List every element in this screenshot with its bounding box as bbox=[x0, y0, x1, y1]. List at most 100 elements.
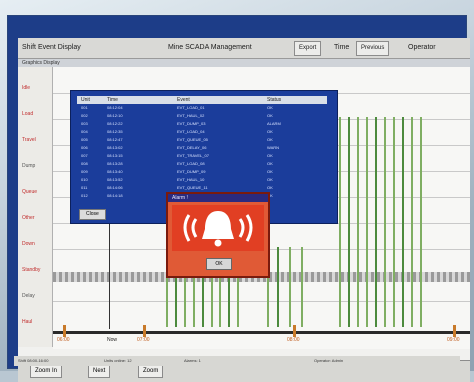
event-cell: OK bbox=[267, 105, 273, 110]
event-row[interactable]: 002 08:12:10 EVT_HAUL_02 OK bbox=[77, 113, 327, 119]
status-alarms: Alarms: 1 bbox=[184, 358, 201, 363]
time-tick bbox=[293, 325, 296, 337]
event-row[interactable]: 004 08:12:35 EVT_LOAD_04 OK bbox=[77, 129, 327, 135]
event-row[interactable]: 010 08:13:52 EVT_HAUL_10 OK bbox=[77, 177, 327, 183]
alarm-title: Alarm ! bbox=[172, 195, 188, 201]
event-row[interactable]: 005 08:12:47 EVT_QUEUE_05 OK bbox=[77, 137, 327, 143]
event-cell: OK bbox=[267, 113, 273, 118]
event-cell: 08:12:04 bbox=[107, 105, 123, 110]
next-button[interactable]: Next bbox=[88, 365, 111, 378]
event-cell: EVT_HAUL_10 bbox=[177, 177, 205, 182]
event-cell: ALARM bbox=[267, 121, 281, 126]
event-cell: EVT_QUEUE_05 bbox=[177, 137, 208, 142]
event-close-button[interactable]: Close bbox=[79, 209, 106, 220]
event-table-header: Unit Time Event Status bbox=[77, 96, 327, 104]
event-cell: 008 bbox=[81, 161, 88, 166]
state-label-haul: Haul bbox=[22, 319, 33, 325]
row-gridline bbox=[53, 301, 470, 302]
time-label: Time bbox=[334, 44, 350, 51]
col-header-time: Time bbox=[107, 97, 118, 103]
event-cell: 08:14:06 bbox=[107, 185, 123, 190]
event-bar bbox=[375, 117, 377, 327]
event-cell: 006 bbox=[81, 145, 88, 150]
event-cell: OK bbox=[267, 161, 273, 166]
state-label-down: Down bbox=[22, 241, 35, 247]
event-cell: EVT_LOAD_08 bbox=[177, 161, 205, 166]
event-bar bbox=[301, 247, 303, 327]
status-shift: Shift 08:00-16:00 bbox=[18, 358, 49, 363]
now-marker-label: Now bbox=[107, 337, 118, 343]
event-cell: OK bbox=[267, 153, 273, 158]
app-screen: Shift Event Display Mine SCADA Managemen… bbox=[18, 38, 470, 382]
event-cell: 009 bbox=[81, 169, 88, 174]
state-label-other: Other bbox=[22, 215, 35, 221]
event-cell: 004 bbox=[81, 129, 88, 134]
alarm-acknowledge-button[interactable]: OK bbox=[206, 258, 232, 270]
window-title: Shift Event Display bbox=[22, 44, 81, 51]
col-header-unit: Unit bbox=[81, 97, 90, 103]
event-cell: OK bbox=[267, 169, 273, 174]
time-tick bbox=[63, 325, 66, 337]
time-axis bbox=[53, 331, 470, 334]
state-label-idle: Idle bbox=[22, 85, 31, 91]
event-cell: EVT_QUEUE_11 bbox=[177, 185, 208, 190]
event-cell: 08:13:52 bbox=[107, 177, 123, 182]
col-header-status: Status bbox=[267, 97, 282, 103]
event-bar bbox=[384, 117, 386, 327]
event-cell: EVT_LOAD_04 bbox=[177, 129, 205, 134]
event-cell: 001 bbox=[81, 105, 88, 110]
event-cell: 08:13:02 bbox=[107, 145, 123, 150]
event-bar bbox=[393, 117, 395, 327]
state-label-queue: Queue bbox=[22, 189, 38, 195]
status-units: Units online: 12 bbox=[104, 358, 132, 363]
event-cell: 003 bbox=[81, 121, 88, 126]
status-line: Shift 08:00-16:00 Units online: 12 Alarm… bbox=[14, 356, 460, 366]
event-cell: 08:12:22 bbox=[107, 121, 123, 126]
event-cell: 08:12:10 bbox=[107, 113, 123, 118]
alarm-bell-panel bbox=[172, 205, 264, 251]
event-row[interactable]: 007 08:13:15 EVT_TRAVEL_07 OK bbox=[77, 153, 327, 159]
event-cell: EVT_DUMP_03 bbox=[177, 121, 206, 126]
event-bar bbox=[420, 117, 422, 327]
alarm-titlebar: Alarm ! bbox=[168, 194, 268, 202]
event-cell: 007 bbox=[81, 153, 88, 158]
previous-button[interactable]: Previous bbox=[356, 41, 390, 56]
event-cell: 08:12:35 bbox=[107, 129, 123, 134]
state-label-dump: Dump bbox=[22, 163, 36, 169]
event-cell: 012 bbox=[81, 193, 88, 198]
event-cell: OK bbox=[267, 177, 273, 182]
event-row[interactable]: 008 08:13:28 EVT_LOAD_08 OK bbox=[77, 161, 327, 167]
event-row[interactable]: 006 08:13:02 EVT_DELAY_06 WARN bbox=[77, 145, 327, 151]
event-row[interactable]: 003 08:12:22 EVT_DUMP_03 ALARM bbox=[77, 121, 327, 127]
event-bar bbox=[402, 117, 404, 327]
event-row[interactable]: 001 08:12:04 EVT_LOAD_01 OK bbox=[77, 105, 327, 111]
unit-state-panel: Idle Load Travel Dump Queue Other Down S… bbox=[18, 67, 53, 347]
zoom-button[interactable]: Zoom bbox=[138, 365, 164, 378]
event-row[interactable]: 009 08:13:40 EVT_DUMP_09 OK bbox=[77, 169, 327, 175]
event-cell: 002 bbox=[81, 113, 88, 118]
event-cell: OK bbox=[267, 185, 273, 190]
event-bar bbox=[339, 117, 341, 327]
time-tick-label: 09:00 bbox=[447, 337, 460, 343]
export-button[interactable]: Export bbox=[294, 41, 322, 56]
event-cell: EVT_DUMP_09 bbox=[177, 169, 206, 174]
event-cell: 08:13:40 bbox=[107, 169, 123, 174]
subbar-text: Graphics Display bbox=[22, 60, 60, 66]
graphics-subbar: Graphics Display bbox=[18, 59, 470, 67]
time-tick bbox=[453, 325, 456, 337]
col-header-event: Event bbox=[177, 97, 190, 103]
event-row[interactable]: 011 08:14:06 EVT_QUEUE_11 OK bbox=[77, 185, 327, 191]
event-bar bbox=[366, 117, 368, 327]
event-cell: 08:13:15 bbox=[107, 153, 123, 158]
event-bar bbox=[289, 247, 291, 327]
time-tick-label: 07:00 bbox=[137, 337, 150, 343]
app-titlebar: Shift Event Display Mine SCADA Managemen… bbox=[18, 38, 470, 59]
zoom-in-button[interactable]: Zoom In bbox=[30, 365, 63, 378]
event-cell: 08:12:47 bbox=[107, 137, 123, 142]
event-cell: EVT_HAUL_02 bbox=[177, 113, 205, 118]
event-cell: 08:13:28 bbox=[107, 161, 123, 166]
event-cell: EVT_LOAD_01 bbox=[177, 105, 205, 110]
state-label-load: Load bbox=[22, 111, 34, 117]
event-cell: 005 bbox=[81, 137, 88, 142]
operator-label: Operator bbox=[408, 44, 436, 51]
